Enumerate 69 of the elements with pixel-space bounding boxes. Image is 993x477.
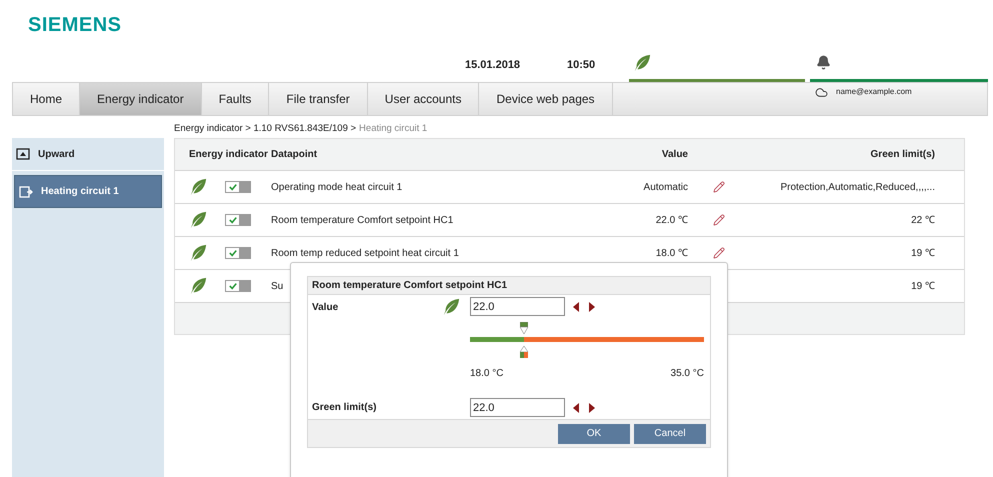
limit-cell: 22 ℃ <box>911 214 935 226</box>
limit-cell: 19 ℃ <box>911 248 935 258</box>
column-header: Datapoint <box>271 148 318 162</box>
pencil-icon <box>713 247 725 259</box>
datapoint-cell: Room temp reduced setpoint heat circuit 1 <box>271 248 459 258</box>
leaf-icon <box>189 211 207 229</box>
time-text: 10:50 <box>567 58 596 72</box>
leaf-icon <box>189 178 207 196</box>
indicator-checkbox[interactable] <box>226 281 239 291</box>
check-icon <box>228 249 236 257</box>
edit-button[interactable] <box>713 181 725 193</box>
datapoint-cell: Room temperature Comfort setpoint HC1 <box>271 214 454 226</box>
nav-tab[interactable]: User accounts <box>368 83 480 115</box>
siemens-logo: SIEMENS <box>28 14 122 36</box>
bell-icon <box>816 55 831 70</box>
dialog-button[interactable]: Cancel <box>634 424 706 444</box>
breadcrumb-path[interactable]: Energy indicator > 1.10 RVS61.843E/109 > <box>174 122 356 136</box>
increase-button[interactable] <box>589 302 595 312</box>
sidebar-item[interactable]: Heating circuit 1 <box>14 175 162 208</box>
nav-tab[interactable]: Device web pages <box>479 83 613 115</box>
date-text: 15.01.2018 <box>465 58 522 72</box>
decrease-button[interactable] <box>573 402 579 412</box>
datapoint-cell: Su <box>271 280 284 292</box>
nav-tab[interactable]: Energy indicator <box>80 83 202 115</box>
setpoint-slider[interactable] <box>470 322 704 358</box>
value-cell: 18.0 ℃ <box>656 248 688 258</box>
leaf-icon <box>189 244 207 262</box>
check-icon <box>228 216 236 224</box>
nav-tab[interactable]: Faults <box>202 83 270 115</box>
user-email: name@example.com <box>836 86 912 98</box>
pencil-icon <box>713 181 725 193</box>
increase-button[interactable] <box>589 402 595 412</box>
edit-button[interactable] <box>713 214 725 226</box>
folder-up-icon <box>16 148 30 160</box>
value-cell: 22.0 ℃ <box>656 214 688 226</box>
value-cell: Automatic <box>644 182 688 192</box>
limit-cell: 19 ℃ <box>911 280 935 292</box>
right-triangle-icon <box>589 302 595 312</box>
datapoint-cell: Operating mode heat circuit 1 <box>271 182 402 192</box>
value-field[interactable]: 22.0 <box>470 297 565 316</box>
breadcrumb-current: Heating circuit 1 <box>359 122 428 136</box>
leaf-icon <box>633 54 651 72</box>
column-header: Energy indicator <box>188 148 269 162</box>
check-icon <box>228 282 236 290</box>
value-label: Value <box>312 301 340 315</box>
slider-min-label: 18.0 °C <box>470 367 504 381</box>
limit-cell: Protection,Automatic,Reduced,,,,... <box>780 182 935 192</box>
leaf-icon <box>442 298 460 316</box>
limit-field[interactable]: 22.0 <box>470 398 565 417</box>
slider-max-label: 35.0 °C <box>670 367 704 381</box>
indicator-checkbox[interactable] <box>226 215 239 225</box>
cloud-icon <box>815 86 828 99</box>
column-header: Value <box>660 148 688 162</box>
dialog-title: Room temperature Comfort setpoint HC1 <box>308 277 710 295</box>
check-icon <box>228 183 236 191</box>
dialog-button[interactable]: OK <box>558 424 630 444</box>
limit-label: Green limit(s) <box>312 401 378 415</box>
indicator-checkbox[interactable] <box>226 182 239 192</box>
left-triangle-icon <box>573 402 579 412</box>
left-triangle-icon <box>573 302 579 312</box>
indicator-checkbox[interactable] <box>226 248 239 258</box>
pencil-icon <box>713 214 725 226</box>
column-header: Green limit(s) <box>870 148 935 162</box>
nav-tab[interactable]: File transfer <box>269 83 368 115</box>
edit-button[interactable] <box>713 247 725 259</box>
sidebar-item[interactable]: Upward <box>12 138 164 171</box>
right-triangle-icon <box>589 402 595 412</box>
leaf-icon <box>189 277 207 295</box>
decrease-button[interactable] <box>573 302 579 312</box>
